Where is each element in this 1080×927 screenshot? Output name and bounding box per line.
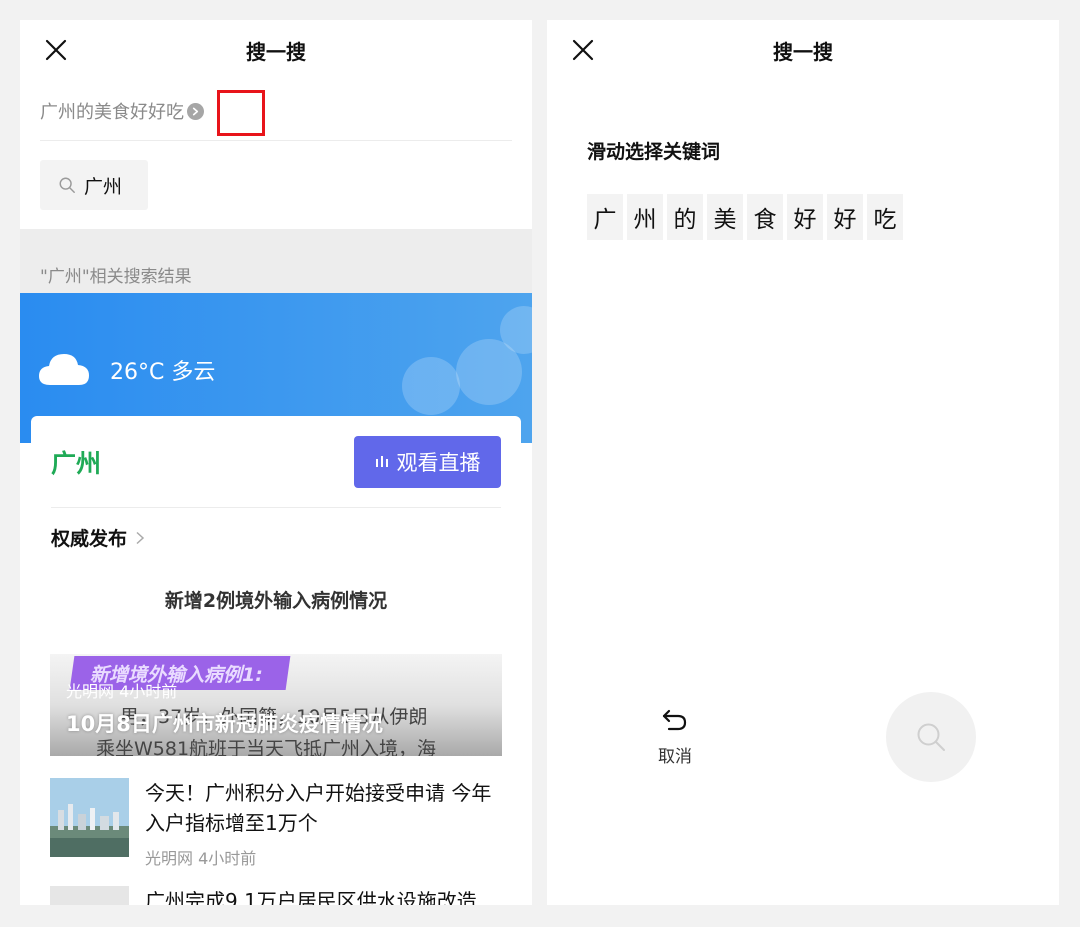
keyword-select-panel: 搜一搜 滑动选择关键词 广 州 的 美 食 好 好 吃 取消 xyxy=(547,20,1059,905)
keyword-hint: 滑动选择关键词 xyxy=(587,141,721,163)
news-thumbnail xyxy=(50,886,129,905)
news-title: 10月8日广州市新冠肺炎疫情情况 xyxy=(66,712,383,736)
news-list-item[interactable]: 今天！广州积分入户开始接受申请 今年入户指标增至1万个 光明网 4小时前 xyxy=(50,778,502,873)
left-search-panel: 搜一搜 广州的美食好好吃 广州 "广州"相关搜索结果 26°C 多云 广州 观看… xyxy=(20,20,532,905)
page-title: 搜一搜 xyxy=(773,40,833,64)
search-button[interactable] xyxy=(886,692,976,782)
news-title: 广州完成9.1万户居民区供水设施改造 xyxy=(145,889,477,905)
chevron-right-icon xyxy=(136,531,145,544)
news-list-item[interactable]: 广州完成9.1万户居民区供水设施改造 xyxy=(50,886,502,905)
section-authority[interactable]: 权威发布 xyxy=(51,524,145,551)
query-row[interactable]: 广州的美食好好吃 xyxy=(40,96,204,126)
news-headline[interactable]: 新增2例境外输入病例情况 xyxy=(31,586,521,613)
page-title: 搜一搜 xyxy=(246,40,306,64)
keyword-chip-label: 广州 xyxy=(84,175,123,198)
news-source: 光明网 4小时前 xyxy=(66,682,178,701)
highlight-box xyxy=(217,90,265,136)
keyword-char[interactable]: 好 xyxy=(827,194,863,240)
news-thumbnail xyxy=(50,778,129,857)
divider xyxy=(51,507,501,508)
live-bars-icon xyxy=(375,456,388,467)
keyword-char[interactable]: 好 xyxy=(787,194,823,240)
keyword-char[interactable]: 吃 xyxy=(867,194,903,240)
section-title: 权威发布 xyxy=(51,528,128,550)
city-name[interactable]: 广州 xyxy=(51,444,101,480)
cloud-icon xyxy=(39,354,89,385)
undo-icon xyxy=(662,709,687,731)
decor-bubble xyxy=(402,357,460,415)
featured-news[interactable]: 新增境外输入病例1: 男，37岁，外国籍，10月5日从伊朗 乘坐W581航班于当… xyxy=(50,654,502,756)
cancel-button[interactable]: 取消 xyxy=(645,708,705,767)
weather-text: 26°C 多云 xyxy=(110,360,216,385)
city-card: 广州 观看直播 权威发布 新增2例境外输入病例情况 新增境外输入病例1: 男，3… xyxy=(31,416,521,905)
query-text: 广州的美食好好吃 xyxy=(40,102,184,123)
cancel-label: 取消 xyxy=(658,747,692,767)
search-icon xyxy=(59,177,75,193)
chevron-right-icon[interactable] xyxy=(187,102,204,120)
news-source: 光明网 4小时前 xyxy=(145,849,257,868)
results-label: "广州"相关搜索结果 xyxy=(40,267,192,287)
keyword-char[interactable]: 的 xyxy=(667,194,703,240)
keyword-chip[interactable]: 广州 xyxy=(40,160,148,210)
keyword-char[interactable]: 美 xyxy=(707,194,743,240)
keyword-char[interactable]: 州 xyxy=(627,194,663,240)
watch-live-button[interactable]: 观看直播 xyxy=(354,436,501,488)
keyword-char[interactable]: 广 xyxy=(587,194,623,240)
right-title-bar: 搜一搜 xyxy=(547,20,1059,80)
news-title: 今天！广州积分入户开始接受申请 今年入户指标增至1万个 xyxy=(145,781,492,835)
left-title-bar: 搜一搜 xyxy=(20,20,532,80)
divider xyxy=(40,140,512,141)
watch-live-label: 观看直播 xyxy=(396,451,481,475)
search-icon xyxy=(917,723,945,751)
keyword-chars[interactable]: 广 州 的 美 食 好 好 吃 xyxy=(587,194,903,240)
keyword-char[interactable]: 食 xyxy=(747,194,783,240)
results-header: "广州"相关搜索结果 xyxy=(20,229,532,293)
